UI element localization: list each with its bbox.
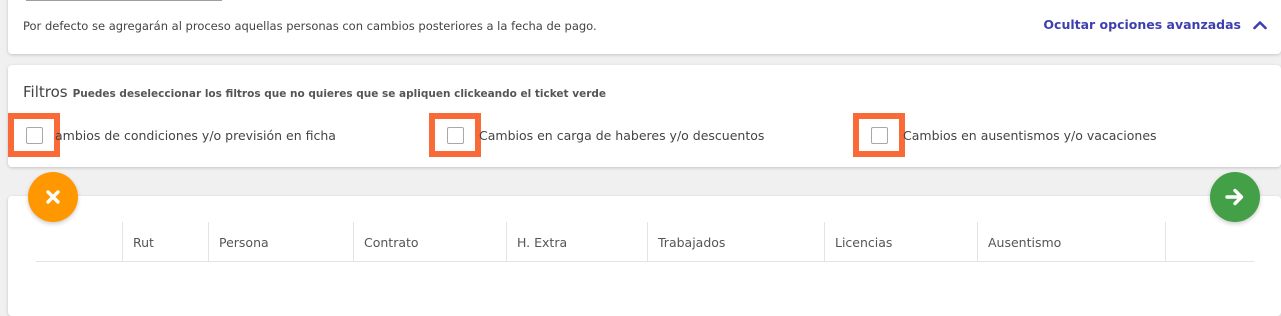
hide-advanced-options-label: Ocultar opciones avanzadas bbox=[1043, 17, 1241, 32]
filter-checkbox[interactable] bbox=[870, 126, 888, 144]
column-header-ausentismo[interactable]: Ausentismo bbox=[978, 222, 1166, 262]
advanced-options-card: Por defecto se agregarán al proceso aque… bbox=[8, 0, 1281, 54]
hide-advanced-options-link[interactable]: Ocultar opciones avanzadas bbox=[1043, 17, 1267, 32]
filter-earnings-deductions-changes[interactable]: Cambios en carga de haberes y/o descuent… bbox=[429, 113, 764, 157]
filter-absences-vacations-changes[interactable]: Cambios en ausentismos y/o vacaciones bbox=[853, 113, 1157, 157]
table-header-row: Rut Persona Contrato H. Extra Trabajados… bbox=[36, 222, 1254, 262]
default-note: Por defecto se agregarán al proceso aque… bbox=[23, 19, 597, 33]
column-header-trabajados[interactable]: Trabajados bbox=[648, 222, 825, 262]
filters-card: Filtros Puedes deseleccionar los filtros… bbox=[8, 65, 1281, 167]
arrow-right-icon bbox=[1225, 188, 1244, 206]
column-header-persona[interactable]: Persona bbox=[209, 222, 354, 262]
filter-label: Cambios en carga de haberes y/o descuent… bbox=[479, 127, 765, 143]
filters-hint: Puedes deseleccionar los filtros que no … bbox=[72, 88, 607, 100]
highlight-box bbox=[429, 113, 481, 157]
filter-checkbox[interactable] bbox=[25, 126, 43, 144]
filter-conditions-changes[interactable]: ambios de condiciones y/o previsión en f… bbox=[8, 113, 336, 157]
filter-label: Cambios en ausentismos y/o vacaciones bbox=[903, 127, 1157, 143]
column-header-actions bbox=[1166, 222, 1254, 262]
highlight-box bbox=[8, 113, 60, 157]
filter-label: ambios de condiciones y/o previsión en f… bbox=[55, 127, 336, 143]
column-header-rut[interactable]: Rut bbox=[123, 222, 209, 262]
chevron-up-icon bbox=[1253, 20, 1267, 29]
field-underline bbox=[26, 0, 222, 1]
filter-checkbox[interactable] bbox=[446, 126, 464, 144]
results-table-card: Rut Persona Contrato H. Extra Trabajados… bbox=[8, 196, 1281, 316]
cancel-button[interactable] bbox=[28, 172, 78, 222]
close-icon bbox=[46, 190, 60, 204]
column-header-licencias[interactable]: Licencias bbox=[825, 222, 978, 262]
column-header-h-extra[interactable]: H. Extra bbox=[507, 222, 648, 262]
filters-title: Filtros bbox=[23, 83, 68, 101]
filters-heading: Filtros Puedes deseleccionar los filtros… bbox=[23, 83, 606, 101]
column-header-select bbox=[36, 222, 123, 262]
column-header-contrato[interactable]: Contrato bbox=[354, 222, 507, 262]
highlight-box bbox=[853, 113, 905, 157]
next-button[interactable] bbox=[1210, 172, 1260, 222]
